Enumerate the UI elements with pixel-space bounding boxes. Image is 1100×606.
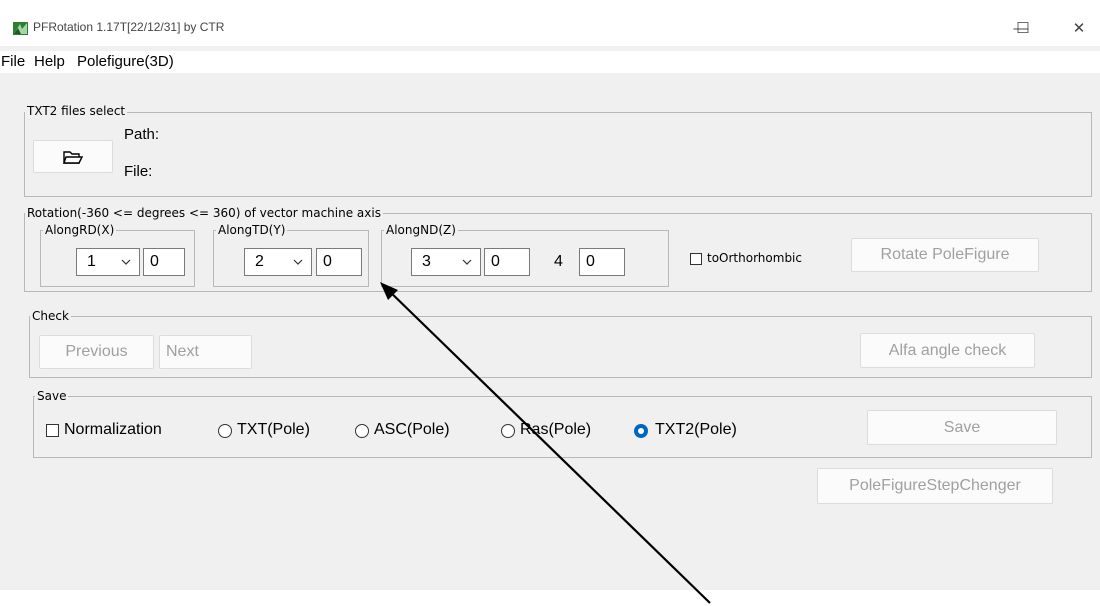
app-window: PFRotation 1.17T[22/12/31] by CTR — ☐ ✕ … <box>0 0 1100 606</box>
annotation-arrow <box>380 282 711 604</box>
